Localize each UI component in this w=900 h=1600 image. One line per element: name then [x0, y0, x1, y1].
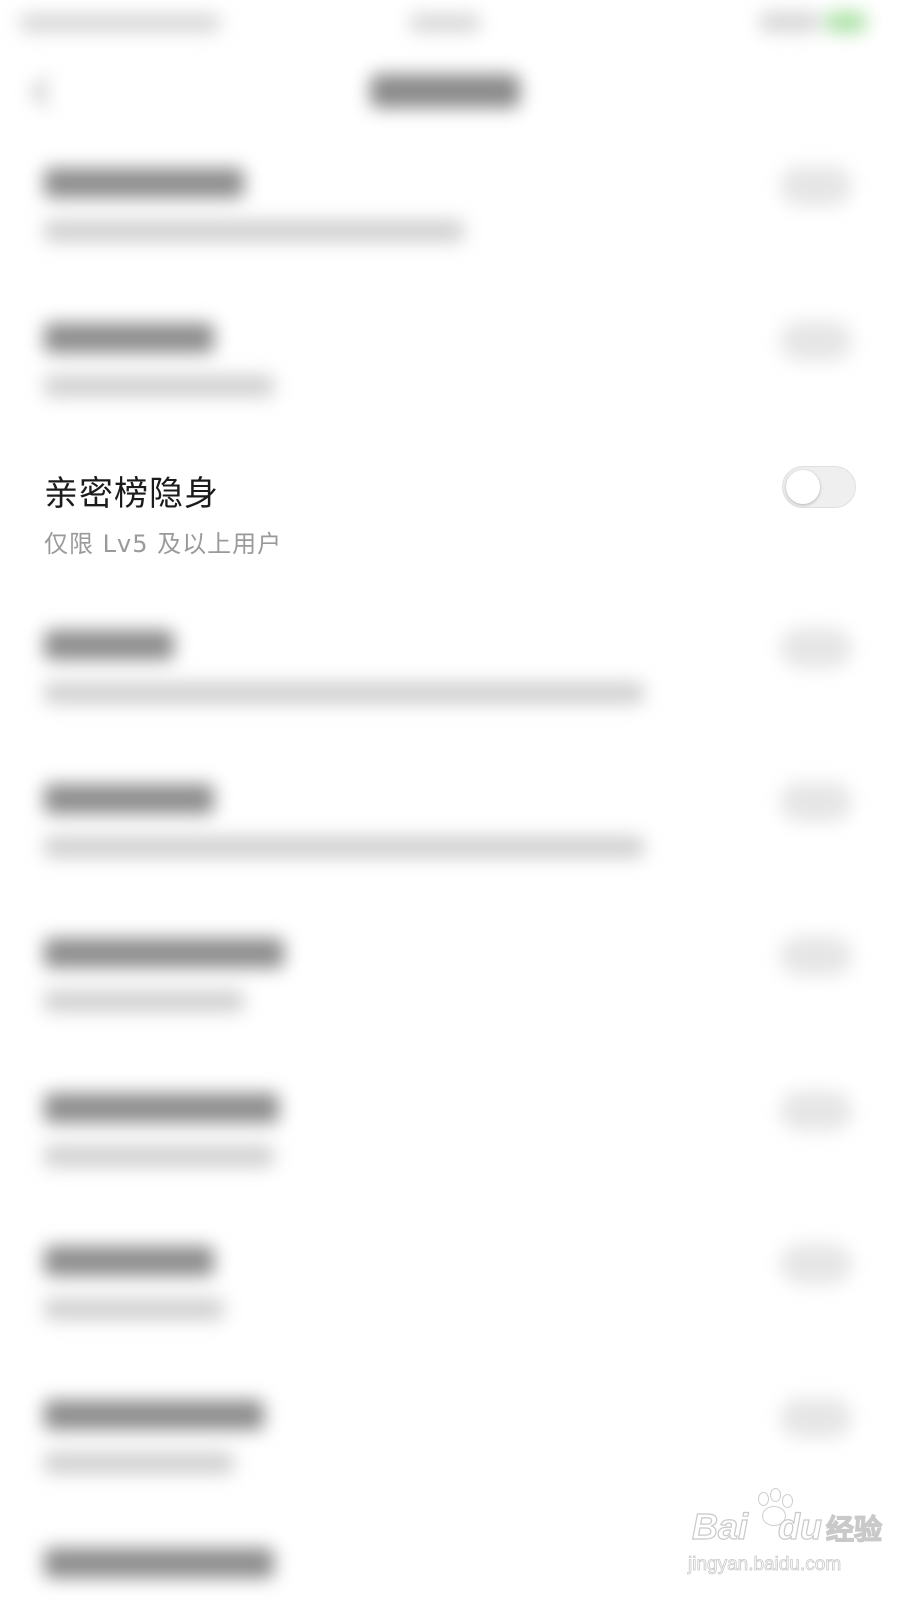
row-toggle-blurred[interactable] [780, 628, 852, 668]
row-toggle-blurred[interactable] [780, 782, 852, 822]
row-title-blurred [44, 1400, 264, 1430]
settings-row-blurred[interactable] [0, 612, 900, 762]
row-toggle-blurred[interactable] [780, 1398, 852, 1438]
row-toggle-blurred[interactable] [780, 1244, 852, 1284]
row-toggle-blurred[interactable] [780, 166, 852, 206]
intimacy-hidden-toggle[interactable] [782, 466, 856, 508]
row-title: 亲密榜隐身 [44, 474, 219, 514]
baidu-jingyan-watermark: Bai du 经验 jingyan.baidu.com [688, 1488, 883, 1588]
watermark-url: jingyan.baidu.com [688, 1554, 842, 1576]
row-subtitle-blurred [44, 1145, 274, 1167]
row-title-blurred [44, 323, 214, 353]
row-subtitle-blurred [44, 220, 464, 242]
settings-row-intimacy-hidden[interactable]: 亲密榜隐身 仅限 Lv5 及以上用户 [0, 456, 900, 576]
row-title-blurred [44, 1548, 274, 1578]
settings-list: 亲密榜隐身 仅限 Lv5 及以上用户 [0, 0, 900, 1600]
row-subtitle-blurred [44, 1452, 234, 1474]
watermark-brand: Bai du 经验 [691, 1505, 883, 1547]
row-title-blurred [44, 784, 214, 814]
row-subtitle-blurred [44, 1298, 224, 1320]
row-toggle-blurred[interactable] [780, 936, 852, 976]
row-subtitle-blurred [44, 682, 644, 704]
settings-row-blurred[interactable] [0, 1228, 900, 1378]
row-subtitle: 仅限 Lv5 及以上用户 [44, 530, 283, 558]
settings-row-blurred[interactable] [0, 920, 900, 1070]
settings-row-blurred[interactable] [0, 1075, 900, 1225]
row-title-blurred [44, 168, 244, 198]
settings-row-blurred[interactable] [0, 766, 900, 916]
row-toggle-blurred[interactable] [780, 321, 852, 361]
row-title-blurred [44, 938, 284, 968]
row-title-blurred [44, 630, 174, 660]
settings-row-blurred[interactable] [0, 305, 900, 455]
row-subtitle-blurred [44, 836, 644, 858]
row-subtitle-blurred [44, 990, 244, 1012]
toggle-knob [786, 470, 820, 504]
row-toggle-blurred[interactable] [780, 1091, 852, 1131]
row-title-blurred [44, 1246, 214, 1276]
row-subtitle-blurred [44, 375, 274, 397]
row-title-blurred [44, 1093, 279, 1123]
settings-row-blurred[interactable] [0, 150, 900, 300]
